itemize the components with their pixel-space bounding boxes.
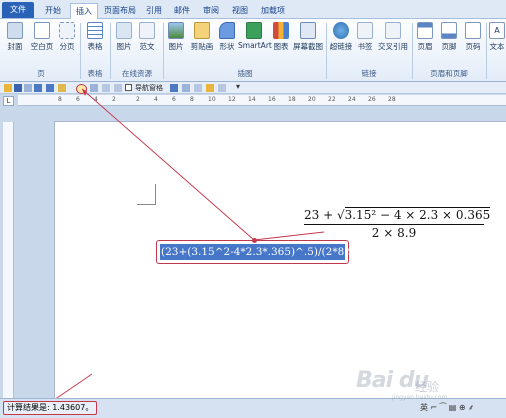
annotation-arrows — [53, 88, 325, 401]
watermark-url: jingyan.baidu.com — [392, 394, 448, 401]
annotation-dot — [252, 238, 257, 243]
watermark-subtitle: 经验 — [415, 380, 440, 394]
status-icons[interactable]: 英 ⌐ ⁀ ▤ ⊕ ⸙ — [420, 402, 474, 413]
calculation-result-status: 计算结果是: 1.43607。 — [3, 401, 98, 415]
